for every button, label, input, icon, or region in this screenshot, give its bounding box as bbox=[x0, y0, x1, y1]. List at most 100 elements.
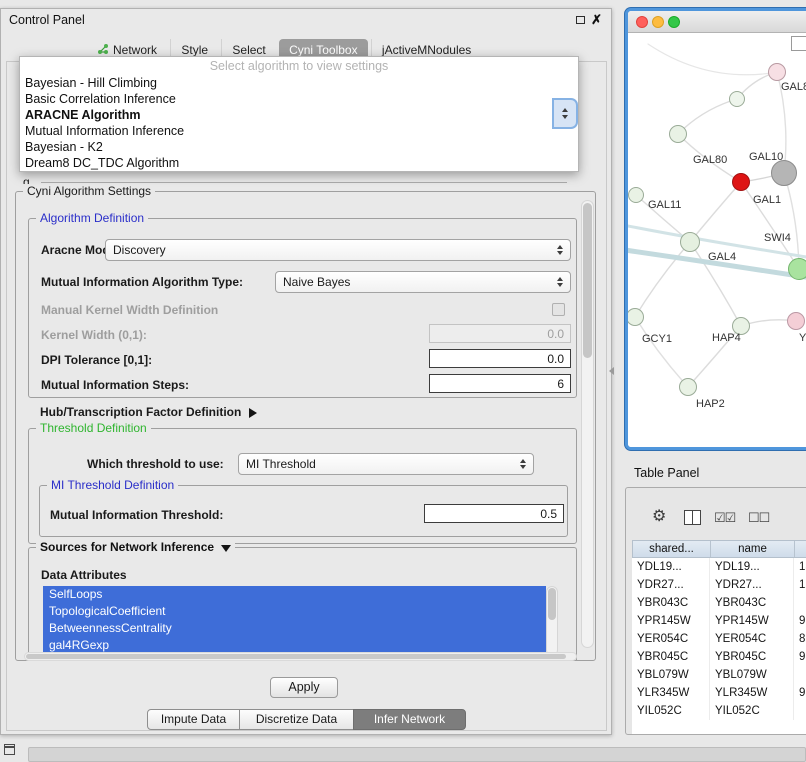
node-label: GAL4 bbox=[708, 251, 736, 263]
mi-steps-field[interactable]: 6 bbox=[429, 374, 571, 393]
network-canvas[interactable]: GAL8GAL80GAL10GAL11GAL1SWI4GAL4GCY1HAP4Y… bbox=[628, 34, 806, 447]
table-cell: 9. bbox=[794, 684, 806, 702]
zoom-light-icon[interactable] bbox=[668, 16, 680, 28]
settings-scrollbar-thumb[interactable] bbox=[583, 203, 592, 358]
hub-definition-label: Hub/Transcription Factor Definition bbox=[40, 405, 241, 419]
column-header[interactable] bbox=[795, 541, 806, 557]
table-row[interactable]: YDL19...YDL19...13 bbox=[632, 558, 806, 576]
settings-legend: Cyni Algorithm Settings bbox=[23, 184, 155, 199]
float-window-icon[interactable] bbox=[576, 16, 585, 24]
attribute-item[interactable]: SelfLoops bbox=[43, 586, 546, 603]
network-node[interactable] bbox=[787, 312, 805, 330]
stepper-down-icon bbox=[562, 115, 568, 119]
table-row[interactable]: YBR045CYBR045C9. bbox=[632, 648, 806, 666]
network-node[interactable] bbox=[680, 232, 700, 252]
table-cell: YBR045C bbox=[632, 648, 710, 666]
attribute-item[interactable]: TopologicalCoefficient bbox=[43, 603, 546, 620]
desktop: Control Panel ✗ Network Style Select Cyn… bbox=[0, 0, 806, 762]
table-cell: YLR345W bbox=[632, 684, 710, 702]
aracne-mode-combo[interactable]: Discovery bbox=[105, 239, 571, 261]
deselect-all-icon[interactable]: ☐☐ bbox=[748, 510, 769, 526]
table-cell bbox=[794, 594, 806, 612]
attributes-scrollbar-thumb[interactable] bbox=[548, 588, 556, 620]
table-cell: 9. bbox=[794, 648, 806, 666]
table-row[interactable]: YIL052CYIL052C bbox=[632, 702, 806, 720]
algorithm-combo-fragment[interactable] bbox=[552, 98, 578, 129]
attribute-item[interactable]: BetweennessCentrality bbox=[43, 620, 546, 637]
dropdown-item[interactable]: Bayesian - K2 bbox=[20, 139, 578, 155]
table-row[interactable]: YBL079WYBL079W bbox=[632, 666, 806, 684]
dropdown-item[interactable]: Dream8 DC_TDC Algorithm bbox=[20, 155, 578, 171]
table: shared...name YDL19...YDL19...13YDR27...… bbox=[632, 540, 806, 735]
network-node[interactable] bbox=[788, 258, 806, 280]
table-row[interactable]: YBR043CYBR043C bbox=[632, 594, 806, 612]
select-all-icon[interactable]: ☑☑ bbox=[714, 510, 735, 526]
network-view-window: GAL8GAL80GAL10GAL11GAL1SWI4GAL4GCY1HAP4Y… bbox=[625, 8, 806, 450]
dropdown-item[interactable]: Basic Correlation Inference bbox=[20, 91, 578, 107]
mi-algorithm-type-combo[interactable]: Naive Bayes bbox=[275, 271, 571, 293]
manual-kernel-width-checkbox[interactable] bbox=[552, 303, 565, 316]
table-row[interactable]: YER054CYER054C8. bbox=[632, 630, 806, 648]
network-node[interactable] bbox=[669, 125, 687, 143]
kernel-width-field[interactable]: 0.0 bbox=[429, 324, 571, 343]
dropdown-item[interactable]: ARACNE Algorithm bbox=[20, 107, 578, 123]
table-cell: 12 bbox=[794, 576, 806, 594]
network-edge[interactable] bbox=[690, 182, 741, 242]
network-icon bbox=[97, 43, 109, 55]
bottom-tab-discretize-data[interactable]: Discretize Data bbox=[239, 709, 354, 730]
tab-label: jActiveMNodules bbox=[382, 43, 471, 57]
close-icon[interactable]: ✗ bbox=[591, 12, 602, 28]
combo-arrows-icon bbox=[557, 245, 563, 255]
sources-legend-label: Sources for Network Inference bbox=[40, 540, 214, 554]
attributes-scrollbar[interactable] bbox=[546, 586, 558, 656]
bottom-tab-infer-network[interactable]: Infer Network bbox=[353, 709, 466, 730]
network-node[interactable] bbox=[729, 91, 745, 107]
table-body: YDL19...YDL19...13YDR27...YDR27...12YBR0… bbox=[632, 558, 806, 720]
settings-hscrollbar[interactable] bbox=[24, 652, 577, 661]
node-label: GAL80 bbox=[693, 154, 727, 166]
control-panel-titlebar[interactable]: Control Panel ✗ bbox=[1, 9, 611, 31]
manual-kernel-width-label: Manual Kernel Width Definition bbox=[41, 303, 218, 317]
network-node[interactable] bbox=[679, 378, 697, 396]
data-attributes-list: SelfLoopsTopologicalCoefficientBetweenne… bbox=[43, 586, 546, 656]
dropdown-item[interactable]: Mutual Information Inference bbox=[20, 123, 578, 139]
network-edge[interactable] bbox=[635, 317, 688, 387]
settings-hscrollbar-thumb[interactable] bbox=[26, 654, 566, 659]
which-threshold-combo[interactable]: MI Threshold bbox=[238, 453, 534, 475]
node-label: Y bbox=[799, 332, 806, 344]
dropdown-item[interactable]: Bayesian - Hill Climbing bbox=[20, 75, 578, 91]
network-node[interactable] bbox=[628, 187, 644, 203]
gear-icon[interactable]: ⚙ bbox=[652, 509, 666, 525]
network-edge[interactable] bbox=[648, 44, 778, 75]
table-cell: YPR145W bbox=[710, 612, 794, 630]
table-row[interactable]: YLR345WYLR345W9. bbox=[632, 684, 806, 702]
column-header[interactable]: shared... bbox=[633, 541, 711, 557]
mi-threshold-field[interactable]: 0.5 bbox=[424, 504, 564, 523]
tab-label: Network bbox=[113, 43, 157, 57]
panel-splitter-icon[interactable] bbox=[609, 367, 614, 375]
birdseye-box[interactable] bbox=[791, 36, 806, 51]
column-header[interactable]: name bbox=[711, 541, 795, 557]
network-node[interactable] bbox=[732, 173, 750, 191]
minimize-light-icon[interactable] bbox=[652, 16, 664, 28]
hub-definition-toggle[interactable]: Hub/Transcription Factor Definition bbox=[40, 405, 257, 419]
network-node[interactable] bbox=[771, 160, 797, 186]
table-row[interactable]: YPR145WYPR145W9. bbox=[632, 612, 806, 630]
table-cell: 8. bbox=[794, 630, 806, 648]
network-edge[interactable] bbox=[678, 99, 737, 134]
dropdown-placeholder[interactable]: Select algorithm to view settings bbox=[20, 57, 578, 75]
network-titlebar[interactable] bbox=[628, 11, 806, 33]
close-light-icon[interactable] bbox=[636, 16, 648, 28]
restore-window-icon[interactable] bbox=[4, 744, 15, 755]
table-cell: YDL19... bbox=[632, 558, 710, 576]
table-row[interactable]: YDR27...YDR27...12 bbox=[632, 576, 806, 594]
dpi-tolerance-field[interactable]: 0.0 bbox=[429, 349, 571, 368]
apply-button[interactable]: Apply bbox=[270, 677, 338, 698]
bottom-tab-impute-data[interactable]: Impute Data bbox=[147, 709, 240, 730]
sources-legend[interactable]: Sources for Network Inference bbox=[36, 540, 235, 555]
table-header: shared...name bbox=[632, 540, 806, 558]
network-node[interactable] bbox=[768, 63, 786, 81]
columns-icon[interactable] bbox=[684, 510, 701, 525]
settings-scrollbar[interactable] bbox=[581, 200, 594, 648]
table-cell: YIL052C bbox=[710, 702, 794, 720]
